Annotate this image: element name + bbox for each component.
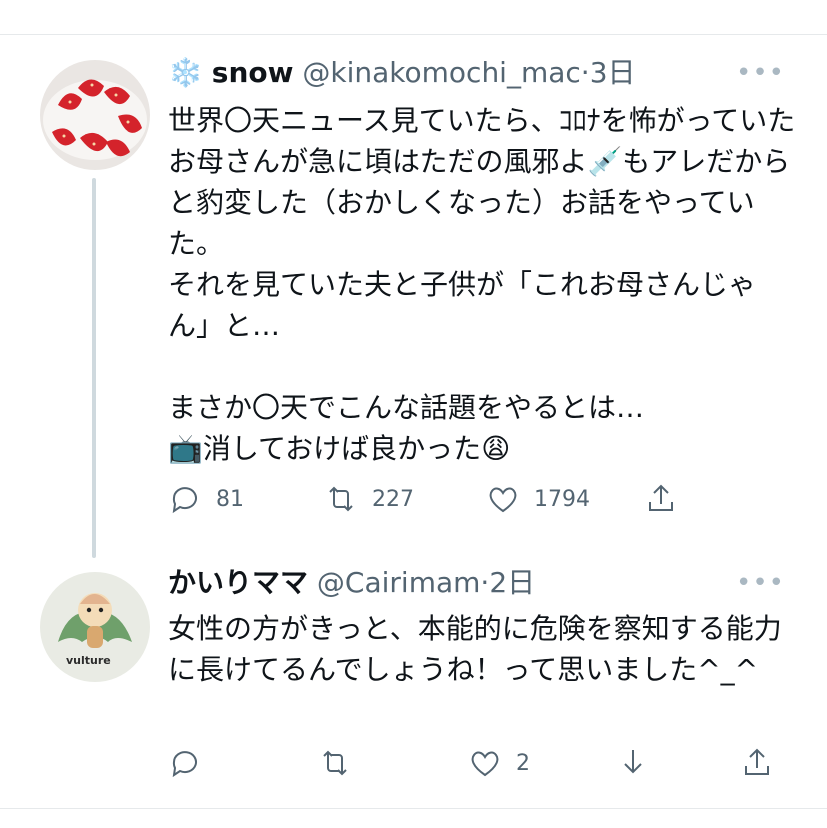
strawberry-cake-image (40, 60, 150, 170)
retweet-icon (323, 750, 347, 776)
retweet-button[interactable] (318, 746, 352, 780)
tweet-2-header: かいりママ @Cairimam·2日 (168, 566, 535, 600)
snowflake-icon: ❄️ (168, 56, 203, 89)
reply-icon (172, 751, 197, 778)
like-count: 2 (516, 750, 530, 776)
like-button[interactable]: 2 (468, 746, 530, 780)
retweet-icon (329, 486, 353, 512)
heart-icon (489, 487, 517, 513)
like-button[interactable]: 1794 (486, 482, 590, 516)
reply-count: 81 (216, 486, 244, 512)
tweet-1-header: ❄️ snow @kinakomochi_mac·3日 (168, 56, 636, 90)
thread-connector-line (92, 178, 96, 558)
share-icon (649, 484, 673, 511)
tweet-2-text: 女性の方がきっと、本能的に危険を察知する能力に長けてるんでしょうね！って思いまし… (168, 612, 782, 686)
more-options-icon[interactable]: ••• (736, 568, 785, 598)
avatar-strawberry-cake[interactable] (40, 60, 150, 170)
retweet-button[interactable]: 227 (324, 482, 414, 516)
tweet-1-actions: 81 227 1794 (168, 482, 788, 522)
share-icon (745, 748, 769, 775)
heart-icon (471, 751, 499, 777)
like-count: 1794 (534, 486, 590, 512)
tweet-1[interactable]: ❄️ snow @kinakomochi_mac·3日 ••• 世界〇天ニュース… (0, 0, 827, 558)
timestamp[interactable]: 3日 (590, 56, 636, 89)
display-name[interactable]: かいりママ (168, 566, 308, 599)
reply-icon (172, 487, 197, 514)
retweet-count: 227 (372, 486, 414, 512)
separator: · (580, 56, 590, 89)
arrow-down-icon (624, 750, 642, 774)
bottom-divider (0, 808, 827, 809)
separator: · (480, 566, 490, 599)
timestamp[interactable]: 2日 (489, 566, 535, 599)
display-name[interactable]: snow (212, 56, 294, 89)
share-button[interactable] (740, 746, 774, 780)
reply-button[interactable]: 81 (168, 482, 244, 516)
tweet-2[interactable]: vulture かいりママ @Cairimam·2日 ••• 女性の方がきっと、… (0, 550, 827, 790)
user-handle[interactable]: @kinakomochi_mac (302, 56, 580, 89)
avatar-caption: vulture (66, 654, 111, 667)
avatar-vulture[interactable]: vulture (40, 572, 150, 682)
more-options-icon[interactable]: ••• (736, 58, 785, 88)
tweet-2-actions: 2 (168, 746, 788, 786)
tweet-1-text: 世界〇天ニュース見ていたら、ｺﾛﾅを怖がっていたお母さんが急に頃はただの風邪よ💉… (168, 104, 796, 465)
download-button[interactable] (616, 746, 650, 780)
reply-button[interactable] (168, 746, 202, 780)
user-handle[interactable]: @Cairimam (317, 566, 481, 599)
share-button[interactable] (644, 482, 678, 516)
